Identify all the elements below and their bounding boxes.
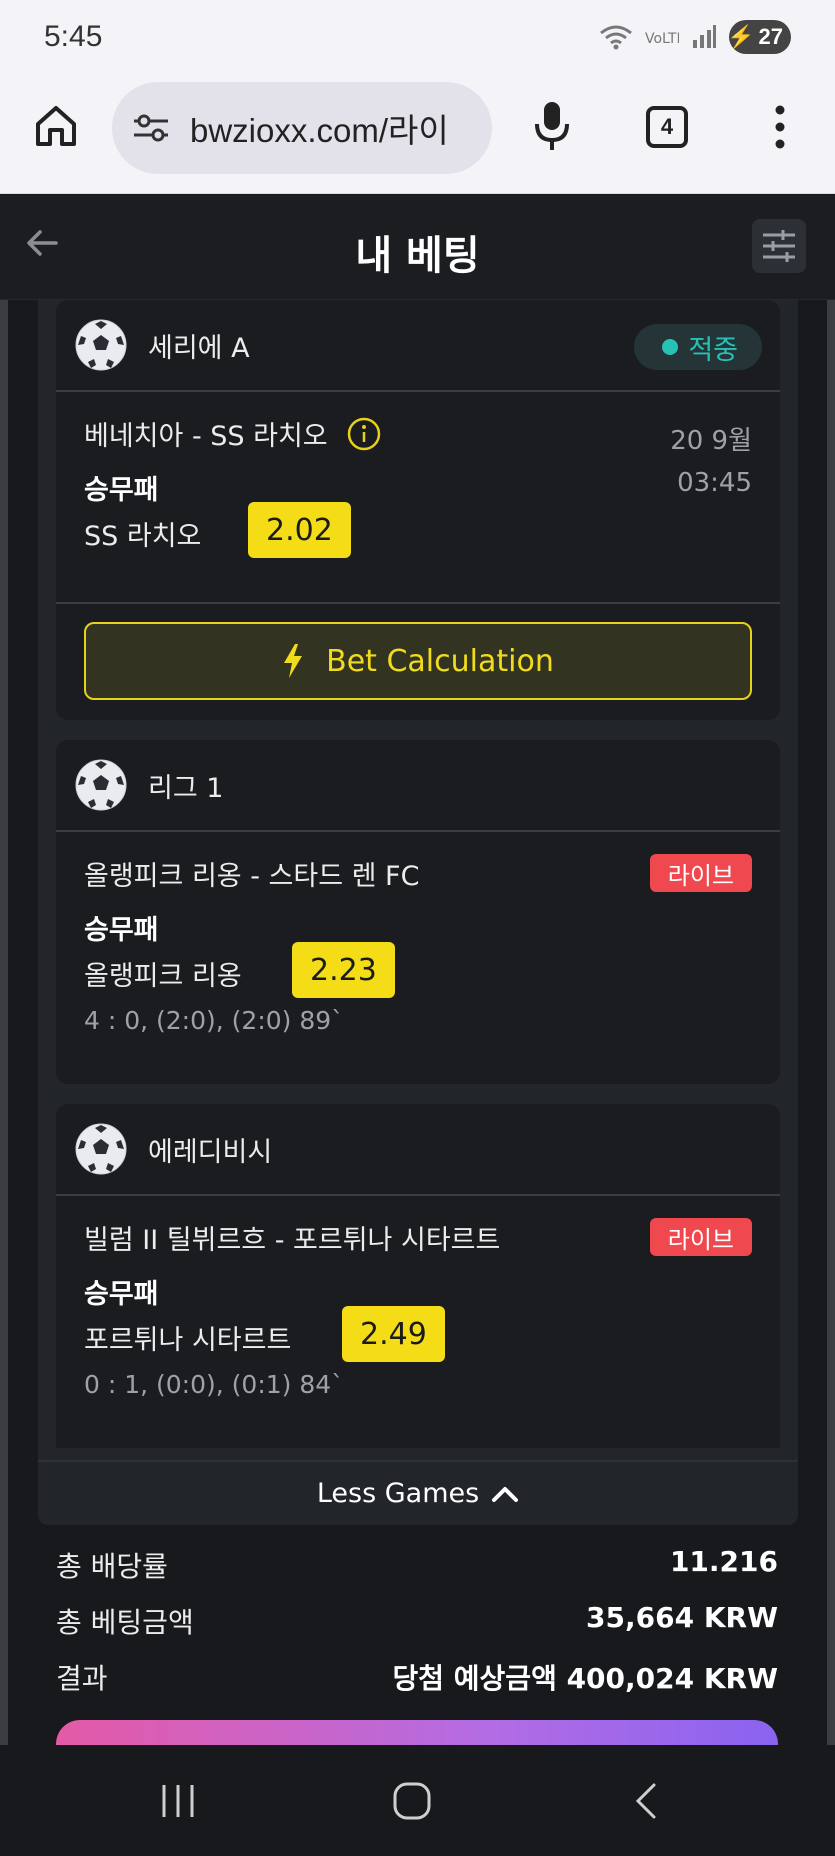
- odds-badge: 2.23: [292, 942, 395, 998]
- win-status-badge: 적중: [634, 324, 762, 370]
- match-line: 베네치아 - SS 라치오: [84, 414, 382, 453]
- mic-icon[interactable]: [532, 100, 572, 152]
- card-body: 베네치아 - SS 라치오 20 9월 승무패 03:45 SS 라치오 2.0…: [56, 392, 780, 718]
- battery-level: 27: [758, 24, 783, 49]
- status-bar: 5:45 VoLTE ⚡ 27: [0, 0, 835, 72]
- selection-name: 포르튀나 시타르트: [84, 1325, 292, 1356]
- live-badge: 라이브: [649, 854, 752, 892]
- market-name: 승무패: [84, 915, 159, 946]
- battery-indicator: ⚡ 27: [727, 20, 791, 54]
- browser-toolbar: bwzioxx.com/라이 4: [0, 72, 835, 194]
- match-line: 올랭피크 리옹 - 스타드 렌 FC: [84, 854, 419, 893]
- league-name: 세리에 A: [148, 332, 250, 364]
- bet-calculation-label: Bet Calculation: [326, 643, 554, 679]
- soccer-ball-icon: [75, 319, 127, 371]
- match-name: 올랭피크 리옹 - 스타드 렌 FC: [84, 861, 420, 892]
- league-name: 에레디비시: [148, 1136, 273, 1168]
- recent-apps-icon[interactable]: [158, 1781, 198, 1821]
- soccer-ball-icon: [75, 759, 127, 811]
- match-name: 베네치아 - SS 라치오: [84, 421, 328, 452]
- info-icon[interactable]: [346, 416, 382, 452]
- match-line: 빌럼 II 틸뷔르흐 - 포르튀나 시타르트: [84, 1218, 500, 1257]
- total-odds-row: 총 배당률 11.216: [56, 1545, 778, 1585]
- less-games-label: Less Games: [316, 1478, 480, 1509]
- card-header: 세리에 A 적중: [56, 300, 780, 392]
- scroll-edge-right: [827, 300, 835, 1745]
- selection-name: 올랭피크 리옹: [84, 961, 242, 992]
- app-header: 내 베팅: [0, 195, 835, 300]
- filter-button[interactable]: [752, 219, 806, 273]
- less-games-button[interactable]: Less Games: [38, 1460, 798, 1525]
- total-stake-label: 총 베팅금액: [56, 1606, 194, 1639]
- tune-icon[interactable]: [132, 113, 170, 143]
- total-odds-label: 총 배당률: [56, 1550, 168, 1583]
- live-score: 0 : 1, (0:0), (0:1) 84`: [84, 1370, 344, 1399]
- charging-icon: ⚡: [727, 24, 755, 49]
- url-text: bwzioxx.com/라이: [190, 112, 449, 149]
- live-badge: 라이브: [649, 1218, 752, 1256]
- match-date: 20 9월: [670, 426, 752, 456]
- total-stake-row: 총 베팅금액 35,664 KRW: [56, 1601, 778, 1641]
- scroll-edge-left: [0, 300, 8, 1745]
- system-nav-bar: [0, 1745, 835, 1856]
- status-dot: [662, 339, 679, 355]
- address-bar[interactable]: bwzioxx.com/라이: [112, 82, 492, 174]
- home-icon[interactable]: [32, 102, 80, 150]
- card-body: 빌럼 II 틸뷔르흐 - 포르튀나 시타르트 라이브 승무패 포르튀나 시타르트…: [56, 1196, 780, 1448]
- selection-name: SS 라치오: [84, 521, 202, 552]
- market-name: 승무패: [84, 475, 159, 506]
- calc-section: Bet Calculation: [56, 602, 780, 718]
- status-icons: VoLTE ⚡ 27: [599, 20, 791, 54]
- bet-slip-panel: 세리에 A 적중 베네치아 - SS 라치오 20 9월 승무패 03:45 S…: [38, 300, 798, 1525]
- bet-card: 에레디비시 빌럼 II 틸뷔르흐 - 포르튀나 시타르트 라이브 승무패 포르튀…: [56, 1104, 780, 1448]
- odds-badge: 2.02: [248, 502, 351, 558]
- market-name: 승무패: [84, 1279, 159, 1310]
- home-nav-icon[interactable]: [392, 1781, 432, 1821]
- odds-badge: 2.49: [342, 1306, 445, 1362]
- bet-card: 리그 1 올랭피크 리옹 - 스타드 렌 FC 라이브 승무패 올랭피크 리옹 …: [56, 740, 780, 1084]
- total-odds-value: 11.216: [669, 1545, 778, 1578]
- svg-text:VoLTE: VoLTE: [645, 31, 679, 47]
- card-body: 올랭피크 리옹 - 스타드 렌 FC 라이브 승무패 올랭피크 리옹 2.23 …: [56, 832, 780, 1084]
- bet-card: 세리에 A 적중 베네치아 - SS 라치오 20 9월 승무패 03:45 S…: [56, 300, 780, 720]
- wifi-icon: [600, 25, 632, 50]
- match-time: 03:45: [677, 468, 752, 498]
- card-header: 에레디비시: [56, 1104, 780, 1196]
- bet-slip-content: 세리에 A 적중 베네치아 - SS 라치오 20 9월 승무패 03:45 S…: [0, 300, 835, 1745]
- tab-switcher-button[interactable]: 4: [646, 106, 688, 148]
- volte-icon: VoLTE: [645, 31, 679, 47]
- match-name: 빌럼 II 틸뷔르흐 - 포르튀나 시타르트: [84, 1225, 501, 1256]
- signal-icon: [693, 25, 716, 48]
- bet-calculation-button[interactable]: Bet Calculation: [84, 622, 752, 700]
- filter-icon: [763, 230, 795, 262]
- result-row: 결과 당첨 예상금액 400,024 KRW: [56, 1657, 778, 1697]
- action-button[interactable]: [56, 1720, 778, 1745]
- total-stake-value: 35,664 KRW: [586, 1601, 778, 1634]
- status-label: 적중: [688, 334, 738, 366]
- league-name: 리그 1: [148, 772, 224, 804]
- result-value: 당첨 예상금액 400,024 KRW: [392, 1662, 778, 1695]
- lightning-icon: [284, 644, 303, 678]
- result-label: 결과: [56, 1662, 108, 1695]
- more-icon[interactable]: [770, 104, 790, 150]
- chevron-up-icon: [492, 1486, 519, 1502]
- page-title: 내 베팅: [355, 233, 480, 279]
- back-nav-icon[interactable]: [628, 1781, 668, 1821]
- card-header: 리그 1: [56, 740, 780, 832]
- status-time: 5:45: [44, 20, 103, 53]
- soccer-ball-icon: [75, 1123, 127, 1175]
- live-score: 4 : 0, (2:0), (2:0) 89`: [84, 1006, 344, 1035]
